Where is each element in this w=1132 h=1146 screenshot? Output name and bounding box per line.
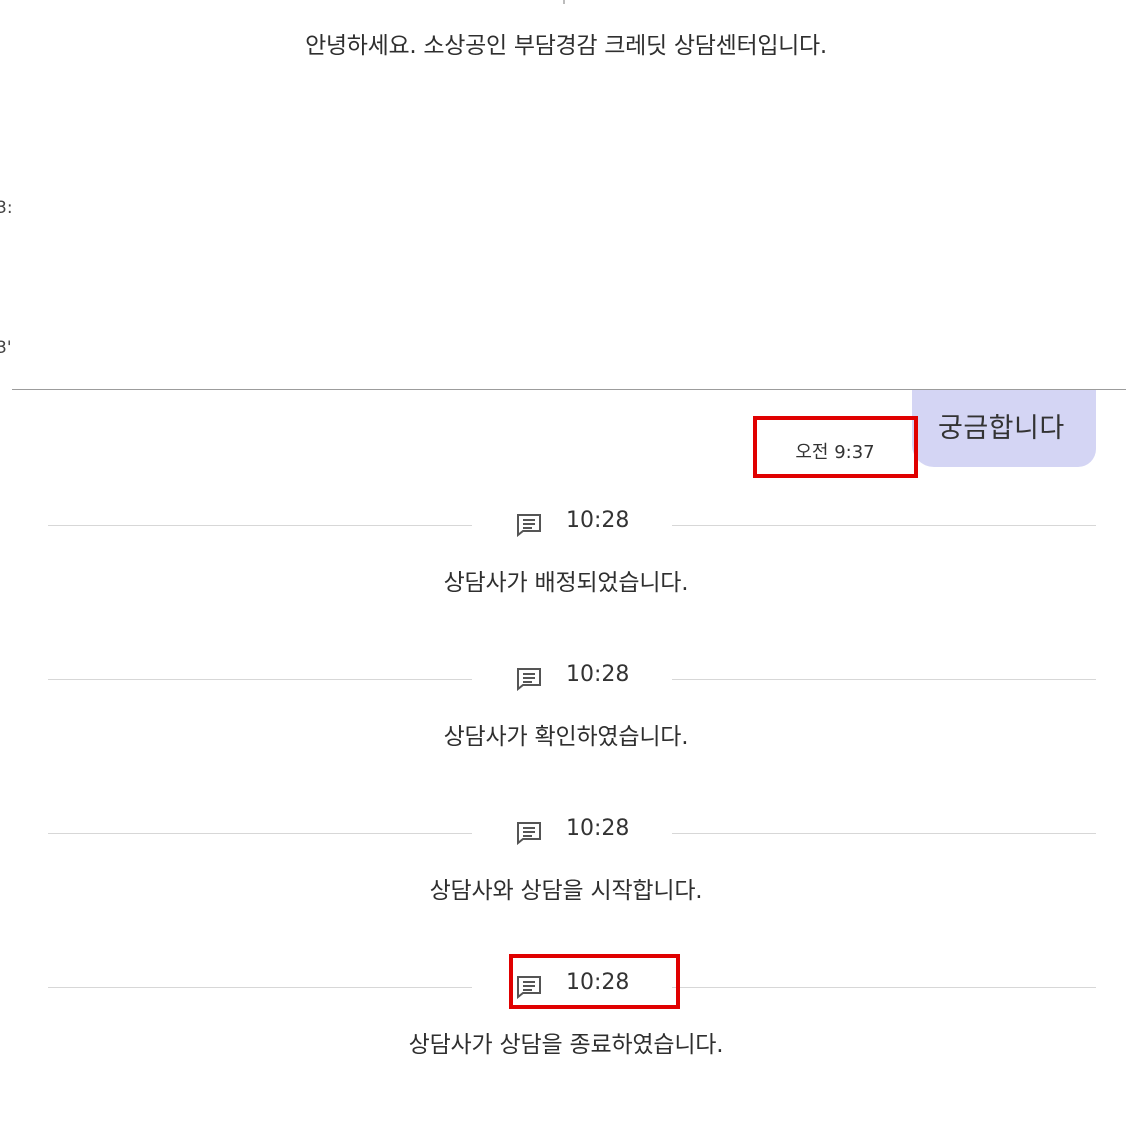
event-message: 상담사와 상담을 시작합니다. [429, 878, 703, 904]
user-message-timestamp: 오전 9:37 [795, 442, 875, 463]
event-time: 10:28 [566, 508, 630, 533]
chat-message-icon [516, 821, 544, 846]
event-divider-right [672, 833, 1096, 834]
event-divider-left [48, 679, 472, 680]
event-message: 상담사가 배정되었습니다. [443, 570, 689, 596]
event-time-highlight-box [509, 954, 680, 1009]
chat-message-icon [516, 667, 544, 692]
event-divider-left [48, 833, 472, 834]
event-time: 10:28 [566, 662, 630, 687]
top-divider-tick [563, 0, 565, 4]
event-message: 상담사가 확인하였습니다. [443, 724, 689, 750]
clipped-text-fragment: 3' [0, 338, 12, 358]
user-message-text: 궁금합니다 [938, 413, 1065, 444]
greeting-message: 안녕하세요. 소상공인 부담경감 크레딧 상담센터입니다. [305, 33, 827, 59]
clipped-text-fragment: 3: [0, 198, 13, 218]
event-divider-left [48, 525, 472, 526]
chat-transcript: 안녕하세요. 소상공인 부담경감 크레딧 상담센터입니다. 3: 3' 궁금합니… [0, 0, 1132, 1146]
event-time: 10:28 [566, 816, 630, 841]
event-message: 상담사가 상담을 종료하였습니다. [408, 1032, 724, 1058]
event-divider-right [672, 987, 1096, 988]
event-divider-right [672, 679, 1096, 680]
chat-message-icon [516, 513, 544, 538]
user-message-bubble: 궁금합니다 [912, 390, 1096, 467]
event-divider-right [672, 525, 1096, 526]
event-divider-left [48, 987, 472, 988]
